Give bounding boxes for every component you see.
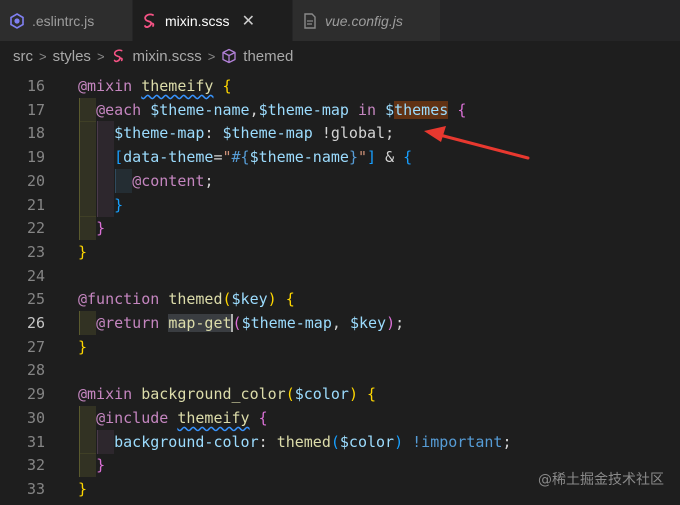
red-arrow-annotation <box>424 126 530 160</box>
watermark: @稀土掘金技术社区 <box>538 472 664 488</box>
